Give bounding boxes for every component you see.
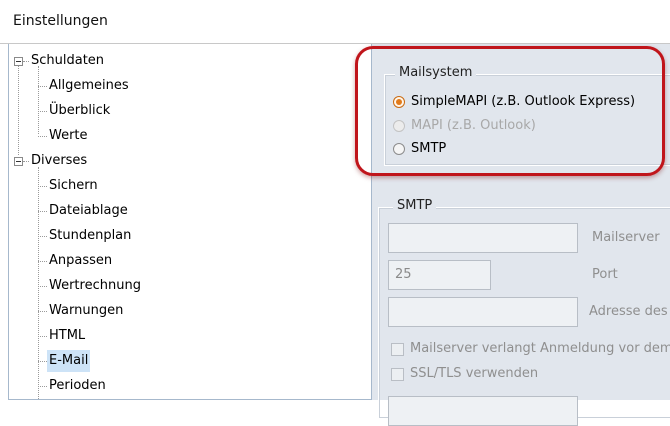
tree-connector-line <box>18 66 19 155</box>
tree-item-label: Allgemeines <box>49 78 129 93</box>
tree-node-label: Schuldaten <box>31 53 105 68</box>
tree-connector-line <box>38 86 47 87</box>
adresse-label: Adresse des <box>589 304 668 319</box>
tree-item-label: Warnungen <box>49 303 124 318</box>
tree-item-label: Anpassen <box>49 253 113 268</box>
window-title: Einstellungen <box>13 13 108 29</box>
tree-connector-line <box>38 336 47 337</box>
smtp-legend: SMTP <box>393 198 437 213</box>
auth-checkbox[interactable] <box>391 343 404 356</box>
auth-label: Mailserver verlangt Anmeldung vor dem <box>410 341 670 356</box>
tree-connector-line <box>38 261 47 262</box>
extra-input[interactable] <box>388 396 578 426</box>
tree-connector-line <box>38 311 47 312</box>
tree-item-label: Perioden <box>49 378 106 393</box>
tree-connector-line <box>23 161 29 162</box>
adresse-input[interactable] <box>388 297 578 327</box>
mailserver-input[interactable] <box>388 223 578 253</box>
tree-item-label: Stundenplan <box>49 228 132 243</box>
tree-connector-line <box>38 111 47 112</box>
tree-connector-line <box>38 136 47 137</box>
tree-item-label: Werte <box>49 128 88 143</box>
tree-connector-line <box>38 66 39 134</box>
tree-connector-line <box>38 286 47 287</box>
tree-item-label: E-Mail <box>47 350 91 372</box>
ssl-checkbox[interactable] <box>391 368 404 381</box>
tree-connector-line <box>38 236 47 237</box>
tree-connector-line <box>38 186 47 187</box>
tree-connector-line <box>38 386 47 387</box>
tree-connector-line <box>38 167 39 399</box>
collapse-icon[interactable] <box>14 157 23 166</box>
tree-connector-line <box>38 211 47 212</box>
title-bar: Einstellungen <box>0 0 670 44</box>
tree-item-label: HTML <box>49 328 86 343</box>
collapse-icon[interactable] <box>14 57 23 66</box>
tree-connector-line <box>23 61 29 62</box>
tree-connector-line <box>38 361 47 362</box>
tree-item-label: Überblick <box>49 103 111 118</box>
port-input[interactable]: 25 <box>388 260 491 290</box>
settings-tree[interactable]: Schuldaten Allgemeines Überblick Werte D… <box>8 44 372 400</box>
tree-item-label: Wertrechnung <box>49 278 141 293</box>
smtp-group: SMTP Mailserver 25 Port Adresse des Mail… <box>378 198 670 426</box>
tree-item-label: Dateiablage <box>49 203 128 218</box>
tree-node-label: Diverses <box>31 153 88 168</box>
tree-item-label: Sichern <box>49 178 98 193</box>
port-label: Port <box>592 267 618 282</box>
mailserver-label: Mailserver <box>592 230 660 245</box>
ssl-label: SSL/TLS verwenden <box>410 366 539 381</box>
annotation-highlight <box>355 46 665 176</box>
